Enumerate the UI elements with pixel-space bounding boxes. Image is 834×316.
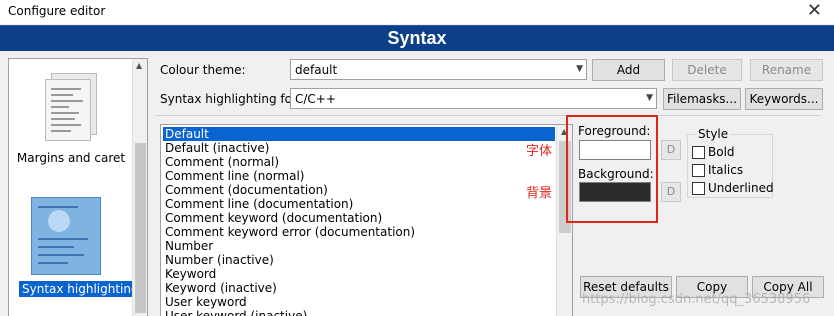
background-colour-swatch[interactable] xyxy=(579,182,651,202)
chevron-down-icon: ▼ xyxy=(576,64,583,74)
style-list-item[interactable]: Default xyxy=(163,127,555,141)
style-group: Style Bold Italics Underlined xyxy=(687,127,774,198)
rename-button[interactable]: Rename xyxy=(750,59,823,81)
scroll-thumb[interactable] xyxy=(135,143,146,313)
underlined-checkbox[interactable] xyxy=(692,182,705,195)
add-button[interactable]: Add xyxy=(592,59,665,81)
nav-item-margins-and-caret[interactable]: Margins and caret xyxy=(9,67,133,165)
annotation-font: 字体 xyxy=(526,144,553,159)
title-bar: Configure editor ✕ xyxy=(0,0,834,24)
foreground-default-button[interactable]: D xyxy=(661,140,681,160)
syntax-label: Syntax highlighting for: xyxy=(160,92,301,106)
style-list-item[interactable]: Comment line (normal) xyxy=(163,169,307,183)
section-title: Syntax xyxy=(387,28,447,48)
style-list-item[interactable]: Keyword (inactive) xyxy=(163,281,279,295)
colour-theme-value: default xyxy=(295,63,338,77)
foreground-label: Foreground: xyxy=(578,124,651,138)
close-icon[interactable]: ✕ xyxy=(807,1,822,21)
syntax-document-icon xyxy=(31,197,101,275)
syntax-select[interactable]: C/C++ ▼ xyxy=(290,88,657,109)
style-list-item[interactable]: Number (inactive) xyxy=(163,253,276,267)
nav-scrollbar[interactable]: ▲ xyxy=(132,59,147,316)
colour-theme-label: Colour theme: xyxy=(160,63,246,77)
colour-theme-select[interactable]: default ▼ xyxy=(290,59,587,80)
style-list-item[interactable]: Keyword xyxy=(163,267,218,281)
style-group-title: Style xyxy=(696,127,731,141)
keywords-button[interactable]: Keywords... xyxy=(745,88,823,110)
style-list-item[interactable]: Comment line (documentation) xyxy=(163,197,355,211)
underlined-label: Underlined xyxy=(708,181,774,195)
syntax-value: C/C++ xyxy=(295,92,336,106)
foreground-colour-swatch[interactable] xyxy=(579,140,651,160)
style-list-item[interactable]: User keyword (inactive) xyxy=(163,309,309,316)
background-default-button[interactable]: D xyxy=(661,182,681,202)
style-list-item[interactable]: Comment (documentation) xyxy=(163,183,330,197)
chevron-down-icon: ▼ xyxy=(646,93,653,103)
document-pages-icon xyxy=(41,67,101,147)
style-list-item[interactable]: Number xyxy=(163,239,215,253)
annotation-background: 背景 xyxy=(526,186,553,201)
style-list-item[interactable]: Default (inactive) xyxy=(163,141,271,155)
italics-checkbox[interactable] xyxy=(692,164,705,177)
category-nav: Margins and caret Syntax highlighting ▲ xyxy=(8,58,148,316)
style-list-item[interactable]: User keyword xyxy=(163,295,249,309)
style-list[interactable]: Default Default (inactive) Comment (normal… xyxy=(160,124,573,316)
style-list-item[interactable]: Comment (normal) xyxy=(163,155,281,169)
style-list-item[interactable]: Comment keyword error (documentation) xyxy=(163,225,417,239)
delete-button[interactable]: Delete xyxy=(672,59,742,81)
scroll-up-icon[interactable]: ▲ xyxy=(136,61,142,70)
bold-checkbox[interactable] xyxy=(692,146,705,159)
nav-item-label: Margins and caret xyxy=(16,151,126,165)
watermark: https://blog.csdn.net/qq_36538956 xyxy=(582,292,811,307)
style-list-item[interactable]: Comment keyword (documentation) xyxy=(163,211,384,225)
nav-item-label-selected: Syntax highlighting xyxy=(19,281,142,297)
filemasks-button[interactable]: Filemasks... xyxy=(663,88,741,110)
section-header: Syntax xyxy=(0,25,834,51)
background-label: Background: xyxy=(578,167,654,181)
divider xyxy=(155,115,821,116)
italics-label: Italics xyxy=(708,163,744,177)
window-title: Configure editor xyxy=(8,4,106,18)
bold-label: Bold xyxy=(708,145,735,159)
